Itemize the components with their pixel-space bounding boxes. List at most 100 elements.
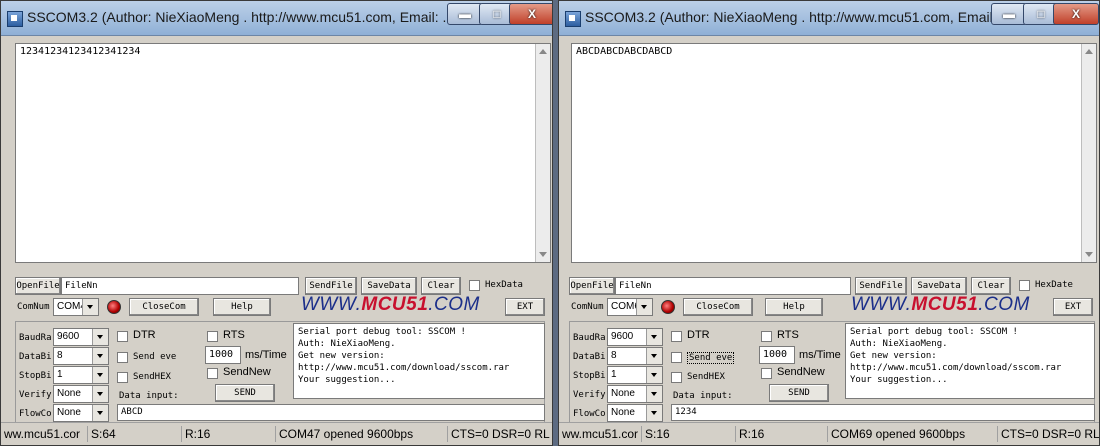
- send-every-checkbox[interactable]: [671, 352, 682, 363]
- dtr-checkbox[interactable]: [117, 331, 128, 342]
- chevron-down-icon[interactable]: [646, 386, 662, 402]
- scroll-up-icon[interactable]: [1085, 49, 1093, 54]
- minimize-button[interactable]: ▬: [447, 3, 483, 25]
- sendhex-checkbox[interactable]: [117, 372, 128, 383]
- rts-checkbox[interactable]: [207, 331, 218, 342]
- app-icon: [565, 11, 581, 27]
- savedata-button[interactable]: SaveData: [911, 277, 967, 295]
- sendfile-button[interactable]: SendFile: [305, 277, 357, 295]
- interval-unit: ms/Time: [245, 349, 287, 361]
- info-panel: Serial port debug tool: SSCOM ! Auth: Ni…: [845, 323, 1095, 399]
- sendhex-checkbox[interactable]: [671, 372, 682, 383]
- databits-value: 8: [611, 350, 617, 361]
- scroll-down-icon[interactable]: [1085, 252, 1093, 257]
- flowcontrol-label: FlowCo: [573, 409, 606, 419]
- sendnew-checkbox[interactable]: [207, 368, 218, 379]
- chevron-down-icon[interactable]: [92, 329, 108, 345]
- clear-button[interactable]: Clear: [421, 277, 461, 295]
- send-input[interactable]: ABCD: [117, 404, 545, 421]
- openfile-button[interactable]: OpenFile: [569, 277, 615, 295]
- openfile-button[interactable]: OpenFile: [15, 277, 61, 295]
- rts-label: RTS: [223, 329, 245, 341]
- ext-button[interactable]: EXT: [505, 298, 545, 316]
- hexdata-checkbox[interactable]: [1019, 280, 1030, 291]
- sendfile-button[interactable]: SendFile: [855, 277, 907, 295]
- hexdata-checkbox[interactable]: [469, 280, 480, 291]
- chevron-down-icon[interactable]: [92, 348, 108, 364]
- interval-unit: ms/Time: [799, 349, 841, 361]
- hexdata-label: HexDate: [1035, 280, 1073, 290]
- sendnew-label: SendNew: [223, 366, 271, 378]
- chevron-down-icon[interactable]: [82, 299, 98, 315]
- ext-button[interactable]: EXT: [1053, 298, 1093, 316]
- flowcontrol-select[interactable]: None: [53, 404, 109, 422]
- receive-area[interactable]: ABCDABCDABCDABCD: [571, 43, 1097, 263]
- maximize-icon: □: [1037, 7, 1045, 21]
- databits-select[interactable]: 8: [607, 347, 663, 365]
- title-bar[interactable]: SSCOM3.2 (Author: NieXiaoMeng . http://w…: [1, 1, 552, 36]
- status-site: ww.mcu51.cor: [562, 427, 639, 441]
- scroll-up-icon[interactable]: [539, 49, 547, 54]
- sendnew-checkbox[interactable]: [761, 368, 772, 379]
- sscom-window-left: SSCOM3.2 (Author: NieXiaoMeng . http://w…: [0, 0, 553, 446]
- com-select[interactable]: COM47: [53, 298, 99, 316]
- receive-scrollbar[interactable]: [1081, 44, 1096, 262]
- window-title: SSCOM3.2 (Author: NieXiaoMeng . http://w…: [585, 9, 991, 25]
- receive-area[interactable]: 12341234123412341234: [15, 43, 551, 263]
- verify-select[interactable]: None: [53, 385, 109, 403]
- port-status-led-icon: [661, 300, 675, 314]
- baudrate-select[interactable]: 9600: [607, 328, 663, 346]
- savedata-button[interactable]: SaveData: [361, 277, 417, 295]
- status-sent-count: S:16: [641, 426, 735, 442]
- brand-logo[interactable]: WWW.MCU51.COM: [301, 294, 480, 316]
- filename-field[interactable]: FileNn: [615, 277, 851, 295]
- scroll-down-icon[interactable]: [539, 252, 547, 257]
- verify-value: None: [611, 388, 635, 399]
- close-button[interactable]: X: [509, 3, 552, 25]
- flowcontrol-value: None: [57, 407, 81, 418]
- chevron-down-icon[interactable]: [646, 329, 662, 345]
- send-every-checkbox[interactable]: [117, 352, 128, 363]
- stopbits-label: StopBi: [19, 371, 52, 381]
- chevron-down-icon[interactable]: [92, 405, 108, 421]
- chevron-down-icon[interactable]: [636, 299, 652, 315]
- interval-field[interactable]: 1000: [205, 346, 241, 364]
- flowcontrol-select[interactable]: None: [607, 404, 663, 422]
- status-site: ww.mcu51.cor: [4, 427, 81, 441]
- chevron-down-icon[interactable]: [92, 386, 108, 402]
- chevron-down-icon[interactable]: [646, 367, 662, 383]
- comnum-label: ComNum: [17, 302, 50, 312]
- baudrate-select[interactable]: 9600: [53, 328, 109, 346]
- send-input[interactable]: 1234: [671, 404, 1095, 421]
- com-select[interactable]: COM69: [607, 298, 653, 316]
- clear-button[interactable]: Clear: [971, 277, 1011, 295]
- window-title: SSCOM3.2 (Author: NieXiaoMeng . http://w…: [27, 9, 447, 25]
- chevron-down-icon[interactable]: [646, 348, 662, 364]
- databits-select[interactable]: 8: [53, 347, 109, 365]
- title-bar[interactable]: SSCOM3.2 (Author: NieXiaoMeng . http://w…: [559, 1, 1099, 36]
- stopbits-select[interactable]: 1: [53, 366, 109, 384]
- filename-field[interactable]: FileNn: [61, 277, 299, 295]
- help-button[interactable]: Help: [765, 298, 823, 316]
- close-button[interactable]: X: [1053, 3, 1099, 25]
- send-button[interactable]: SEND: [769, 384, 829, 402]
- brand-suffix: .COM: [978, 294, 1030, 315]
- interval-field[interactable]: 1000: [759, 346, 795, 364]
- dtr-checkbox[interactable]: [671, 331, 682, 342]
- status-bar: ww.mcu51.cor S:16 R:16 COM69 opened 9600…: [559, 422, 1099, 445]
- closecom-button[interactable]: CloseCom: [129, 298, 199, 316]
- rts-checkbox[interactable]: [761, 331, 772, 342]
- brand-logo[interactable]: WWW.MCU51.COM: [851, 294, 1030, 316]
- info-panel: Serial port debug tool: SSCOM ! Auth: Ni…: [293, 323, 545, 399]
- receive-scrollbar[interactable]: [535, 44, 550, 262]
- send-button[interactable]: SEND: [215, 384, 275, 402]
- closecom-button[interactable]: CloseCom: [683, 298, 753, 316]
- verify-select[interactable]: None: [607, 385, 663, 403]
- sendhex-label: SendHEX: [133, 372, 171, 382]
- help-button[interactable]: Help: [213, 298, 271, 316]
- chevron-down-icon[interactable]: [92, 367, 108, 383]
- verify-label: Verify: [19, 390, 52, 400]
- stopbits-select[interactable]: 1: [607, 366, 663, 384]
- minimize-button[interactable]: ▬: [991, 3, 1027, 25]
- chevron-down-icon[interactable]: [646, 405, 662, 421]
